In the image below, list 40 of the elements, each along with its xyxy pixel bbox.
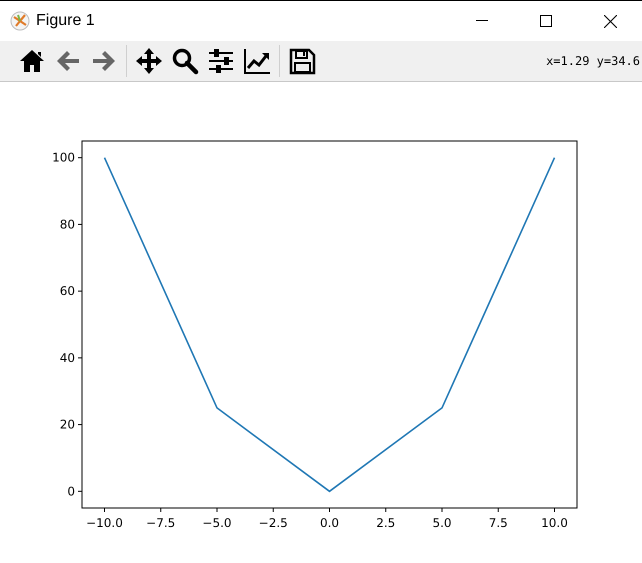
maximize-icon	[540, 15, 552, 27]
home-icon	[18, 47, 46, 75]
x-tick-label: 10.0	[541, 516, 568, 530]
cursor-coordinates: x=1.29 y=34.6	[546, 53, 641, 70]
y-tick-mark	[78, 224, 82, 225]
x-tick-mark	[216, 508, 218, 512]
sliders-icon	[207, 47, 235, 75]
x-tick-label: −7.5	[146, 516, 176, 530]
search-icon	[171, 47, 199, 75]
close-icon	[604, 14, 616, 28]
y-tick-label: 0	[67, 484, 75, 498]
x-tick-mark	[272, 508, 274, 512]
y-tick-label: 100	[52, 150, 75, 165]
y-tick-label: 20	[60, 418, 75, 432]
x-tick-label: −2.5	[258, 516, 288, 530]
y-tick-mark	[78, 424, 82, 426]
line-chart-icon	[243, 47, 271, 75]
x-tick-label: −10.0	[86, 516, 123, 530]
x-tick-mark	[160, 508, 162, 512]
app-logo-icon	[10, 11, 30, 31]
x-tick-label: 0.0	[320, 516, 340, 530]
x-tick-mark	[329, 508, 330, 512]
y-tick-mark	[78, 357, 82, 358]
x-tick-label: 7.5	[488, 516, 508, 530]
y-tick-label: 60	[60, 284, 75, 298]
y-tick-label: 80	[60, 217, 75, 232]
window-title: Figure 1	[36, 11, 95, 31]
x-tick-mark	[104, 508, 105, 512]
x-tick-label: 2.5	[376, 516, 396, 530]
y-tick-mark	[78, 157, 82, 158]
x-tick-mark	[554, 508, 555, 512]
y-tick-mark	[78, 490, 82, 492]
x-tick-label: 5.0	[432, 516, 452, 530]
x-tick-label: −5.0	[202, 516, 232, 530]
y-tick-label: 40	[60, 350, 75, 365]
y-tick-mark	[78, 290, 82, 292]
move-icon	[135, 47, 163, 75]
minimize-icon	[476, 20, 488, 22]
x-tick-mark	[385, 508, 386, 512]
x-tick-mark	[498, 508, 499, 512]
